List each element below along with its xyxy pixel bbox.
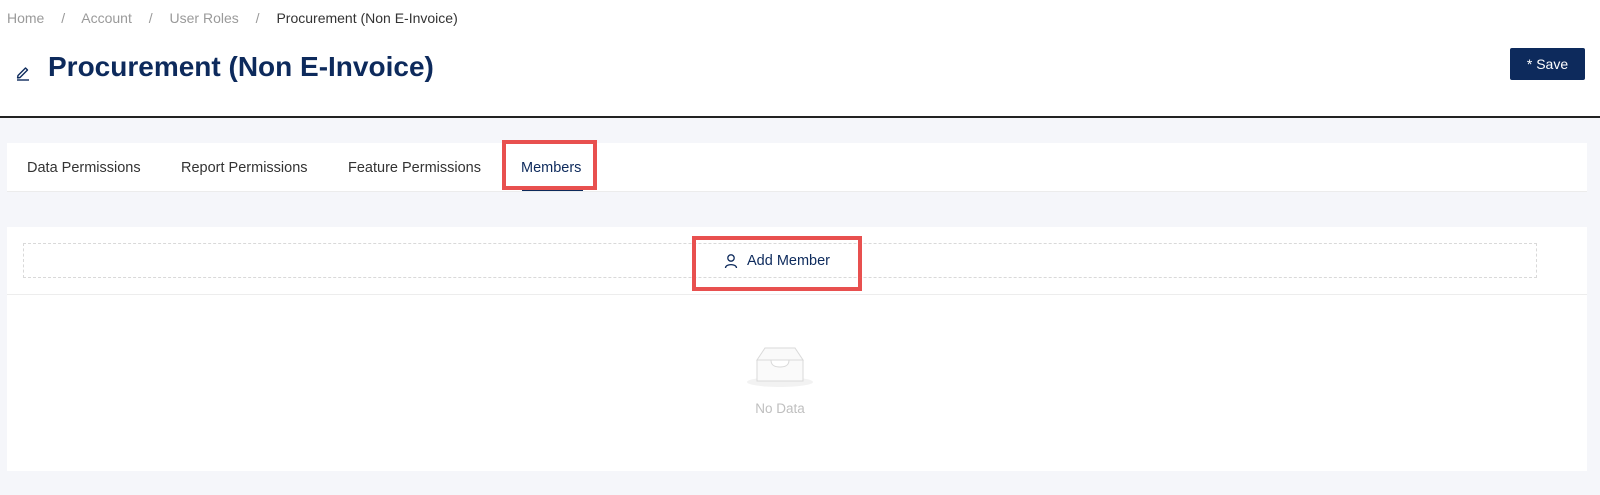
breadcrumb-item-current: Procurement (Non E-Invoice) (276, 10, 458, 26)
tab-report-permissions[interactable]: Report Permissions (181, 143, 308, 191)
edit-icon[interactable] (14, 63, 32, 81)
breadcrumb-separator: / (255, 10, 260, 26)
empty-inbox-icon (747, 347, 813, 387)
tab-feature-permissions[interactable]: Feature Permissions (348, 143, 481, 191)
empty-state-text: No Data (755, 401, 805, 416)
tab-data-permissions[interactable]: Data Permissions (27, 143, 141, 191)
panel-divider (7, 294, 1587, 295)
tab-members[interactable]: Members (521, 143, 581, 191)
breadcrumb-item-home[interactable]: Home (7, 10, 44, 26)
page-title: Procurement (Non E-Invoice) (48, 51, 434, 82)
breadcrumb-item-user-roles[interactable]: User Roles (170, 10, 239, 26)
add-member-button[interactable]: Add Member (723, 251, 830, 271)
active-tab-indicator (522, 189, 583, 191)
save-button[interactable]: * Save (1510, 48, 1585, 80)
breadcrumb-separator: / (61, 10, 66, 26)
page-header: Home / Account / User Roles / Procuremen… (0, 0, 1600, 118)
breadcrumb: Home / Account / User Roles / Procuremen… (7, 10, 458, 26)
tab-bar: Data Permissions Report Permissions Feat… (7, 143, 1587, 192)
add-member-label: Add Member (747, 253, 831, 269)
breadcrumb-item-account[interactable]: Account (81, 10, 132, 26)
breadcrumb-separator: / (148, 10, 153, 26)
user-icon (724, 254, 738, 269)
